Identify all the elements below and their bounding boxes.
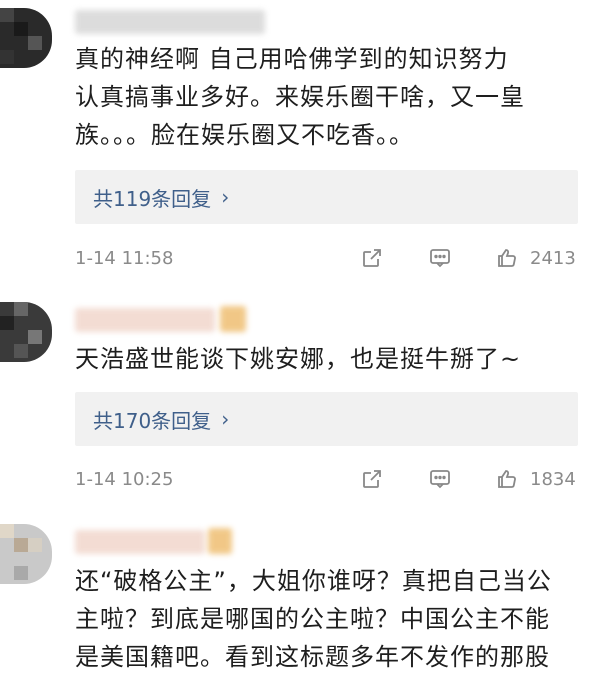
user-badge xyxy=(208,528,232,554)
comment-text: 天浩盛世能谈下姚安娜，也是挺牛掰了~ xyxy=(75,340,575,378)
thumbs-up-icon[interactable] xyxy=(493,244,521,272)
comment-text: 真的神经啊 自己用哈佛学到的知识努力 认真搞事业多好。来娱乐圈干啥，又一皇 族。… xyxy=(75,40,575,154)
comment-line: 认真搞事业多好。来娱乐圈干啥，又一皇 xyxy=(75,83,525,111)
like-count: 2413 xyxy=(530,247,576,269)
comment-text: 还“破格公主”，大姐你谁呀？真把自己当公 主啦？到底是哪国的公主啦？中国公主不能… xyxy=(75,562,575,676)
thumbs-up-icon[interactable] xyxy=(493,465,521,493)
like-count: 1834 xyxy=(530,468,576,490)
comment-line: 主啦？到底是哪国的公主啦？中国公主不能 xyxy=(75,605,550,633)
share-icon[interactable] xyxy=(358,465,386,493)
user-badge xyxy=(220,306,246,332)
comment-line: 族。。。脸在娱乐圈又不吃香。。 xyxy=(75,121,414,149)
username[interactable] xyxy=(75,530,205,554)
comment-line: 还“破格公主”，大姐你谁呀？真把自己当公 xyxy=(75,567,552,595)
timestamp: 1-14 10:25 xyxy=(75,468,174,490)
comment-line: 是美国籍吧。看到这标题多年不发作的那股 xyxy=(75,643,550,671)
comment-meta: 1-14 10:25 1834 xyxy=(75,463,580,495)
chevron-right-icon: › xyxy=(221,185,230,209)
comment-line: 真的神经啊 自己用哈佛学到的知识努力 xyxy=(75,45,509,73)
comment-icon[interactable] xyxy=(426,244,454,272)
avatar[interactable] xyxy=(0,8,52,68)
avatar[interactable] xyxy=(0,524,52,584)
replies-count-label: 共170条回复 xyxy=(93,408,212,433)
comment-meta: 1-14 11:58 2413 xyxy=(75,242,580,274)
comment-icon[interactable] xyxy=(426,465,454,493)
replies-count-label: 共119条回复 xyxy=(93,186,212,211)
avatar[interactable] xyxy=(0,302,52,362)
username[interactable] xyxy=(75,308,215,332)
share-icon[interactable] xyxy=(358,244,386,272)
view-replies-button[interactable]: 共119条回复 › xyxy=(75,170,578,224)
view-replies-button[interactable]: 共170条回复 › xyxy=(75,392,578,446)
timestamp: 1-14 11:58 xyxy=(75,247,174,269)
username[interactable] xyxy=(75,10,265,34)
chevron-right-icon: › xyxy=(221,407,230,431)
comment-line: 天浩盛世能谈下姚安娜，也是挺牛掰了~ xyxy=(75,345,522,373)
